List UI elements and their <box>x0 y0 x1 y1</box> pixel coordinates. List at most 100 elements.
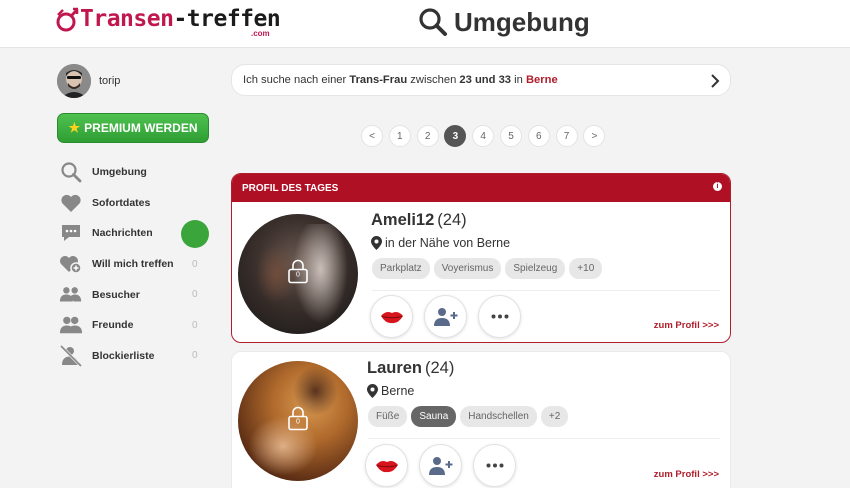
sidebar-item-will-mich-treffen[interactable]: Will mich treffen 0 <box>59 249 219 280</box>
info-icon[interactable]: i <box>713 182 722 191</box>
profile-location: Berne <box>367 384 414 398</box>
sidebar-item-label: Blockierliste <box>92 349 155 362</box>
pagination-page-7[interactable]: 7 <box>555 125 578 147</box>
search-in: in <box>514 74 523 86</box>
sidebar-item-count: 0 <box>192 289 198 301</box>
lips-icon <box>375 460 398 472</box>
profile-name: Ameli12 <box>371 211 435 229</box>
photo-count: 0 <box>296 418 300 426</box>
card-divider <box>368 438 720 439</box>
pagination-page-2[interactable]: 2 <box>416 125 439 147</box>
page-title-group: Umgebung <box>418 6 590 38</box>
site-logo[interactable]: Transen -treffen .com <box>54 4 281 40</box>
profile-actions <box>365 444 527 487</box>
profile-card-featured[interactable]: PROFIL DES TAGES i 0 Ameli12 (24) in der … <box>231 173 731 343</box>
profile-location-text: Berne <box>381 384 415 398</box>
heart-icon <box>59 191 83 215</box>
lock-icon: 0 <box>287 259 309 290</box>
interest-tag[interactable]: Handschellen <box>460 406 537 427</box>
profile-location: in der Nähe von Berne <box>371 236 510 250</box>
blocked-user-icon <box>59 344 83 368</box>
profile-name-line[interactable]: Lauren (24) <box>367 359 454 378</box>
sidebar-item-label: Will mich treffen <box>92 258 174 271</box>
online-status-indicator <box>181 220 209 249</box>
sidebar-item-umgebung[interactable]: Umgebung <box>59 157 219 188</box>
add-user-icon <box>428 456 452 475</box>
search-criteria-bar[interactable]: Ich suche nach einer Trans-Frau zwischen… <box>231 64 731 96</box>
search-gender: Trans-Frau <box>349 74 408 86</box>
sidebar-item-blockierliste[interactable]: Blockierliste 0 <box>59 341 219 372</box>
view-profile-link[interactable]: zum Profil >>> <box>654 320 719 331</box>
sidebar-item-freunde[interactable]: Freunde 0 <box>59 310 219 341</box>
friends-icon <box>59 313 83 337</box>
view-profile-link[interactable]: zum Profil >>> <box>654 469 719 480</box>
search-ages: 23 und 33 <box>459 74 512 86</box>
premium-button-label: PREMIUM WERDEN <box>84 121 198 135</box>
kiss-button[interactable] <box>370 295 413 338</box>
more-options-button[interactable] <box>478 295 521 338</box>
profile-name: Lauren <box>367 359 423 377</box>
pagination-page-6[interactable]: 6 <box>527 125 550 147</box>
search-icon <box>419 8 447 36</box>
search-between: zwischen <box>410 74 457 86</box>
kiss-button[interactable] <box>365 444 408 487</box>
more-tags-badge[interactable]: +10 <box>569 258 603 279</box>
interest-tag[interactable]: Voyerismus <box>433 258 502 279</box>
more-tags-badge[interactable]: +2 <box>540 406 569 427</box>
page-title: Umgebung <box>454 6 590 37</box>
logo-symbol-icon <box>54 6 80 34</box>
profile-photo-blurred[interactable]: 0 <box>238 214 358 334</box>
pagination-page-3-current[interactable]: 3 <box>444 125 467 147</box>
sidebar-item-label: Sofortdates <box>92 196 151 209</box>
sidebar-item-count: 0 <box>192 319 198 331</box>
more-icon <box>491 314 508 319</box>
pagination-page-5[interactable]: 5 <box>499 125 522 147</box>
sidebar-item-label: Besucher <box>92 288 140 301</box>
profile-tags: Füße Sauna Handschellen +2 <box>368 406 572 427</box>
pagination-page-1[interactable]: 1 <box>388 125 411 147</box>
interest-tag[interactable]: Parkplatz <box>372 258 430 279</box>
sidebar-item-count: 0 <box>192 258 198 270</box>
profile-name-line[interactable]: Ameli12 (24) <box>371 211 467 230</box>
profile-tags: Parkplatz Voyerismus Spielzeug +10 <box>372 258 606 279</box>
heart-plus-icon <box>59 252 83 276</box>
pagination: < 1 2 3 4 5 6 7 > <box>361 125 611 147</box>
more-icon <box>486 463 503 468</box>
pagination-page-4[interactable]: 4 <box>472 125 495 147</box>
sidebar-item-count: 0 <box>192 350 198 362</box>
visitors-icon <box>59 283 83 307</box>
location-pin-icon <box>367 384 378 398</box>
top-bar: Transen -treffen .com Umgebung <box>0 0 850 48</box>
add-friend-button[interactable] <box>419 444 462 487</box>
sidebar-item-label: Umgebung <box>92 166 147 179</box>
add-friend-button[interactable] <box>424 295 467 338</box>
more-options-button[interactable] <box>473 444 516 487</box>
interest-tag-highlighted[interactable]: Sauna <box>411 406 457 427</box>
profile-age: (24) <box>425 359 455 377</box>
profile-of-the-day-header: PROFIL DES TAGES i <box>232 174 730 202</box>
interest-tag[interactable]: Spielzeug <box>505 258 566 279</box>
user-profile-link[interactable]: torip <box>57 64 120 98</box>
card-divider <box>372 290 720 291</box>
sidebar-item-label: Freunde <box>92 319 134 332</box>
pagination-prev-button[interactable]: < <box>361 125 383 147</box>
search-city: Berne <box>525 74 558 86</box>
sidebar-item-sofortdates[interactable]: Sofortdates <box>59 188 219 219</box>
pagination-next-button[interactable]: > <box>583 125 606 147</box>
profile-card[interactable]: 0 Lauren (24) Berne Füße Sauna Handschell… <box>231 351 731 488</box>
profile-age: (24) <box>437 211 467 229</box>
chevron-right-icon <box>711 74 720 88</box>
avatar <box>57 64 91 98</box>
sidebar-item-label: Nachrichten <box>92 227 153 240</box>
logo-text-main: Transen <box>80 6 174 32</box>
profile-location-text: in der Nähe von Berne <box>385 236 511 250</box>
profile-actions <box>370 295 532 338</box>
lock-icon: 0 <box>287 406 309 437</box>
interest-tag[interactable]: Füße <box>368 406 408 427</box>
sidebar-item-besucher[interactable]: Besucher 0 <box>59 279 219 310</box>
premium-button[interactable]: ★ PREMIUM WERDEN <box>57 113 209 143</box>
sidebar-item-nachrichten[interactable]: Nachrichten <box>59 218 219 249</box>
photo-count: 0 <box>296 271 300 279</box>
profile-of-the-day-label: PROFIL DES TAGES <box>242 182 339 194</box>
profile-photo-blurred[interactable]: 0 <box>238 361 358 481</box>
